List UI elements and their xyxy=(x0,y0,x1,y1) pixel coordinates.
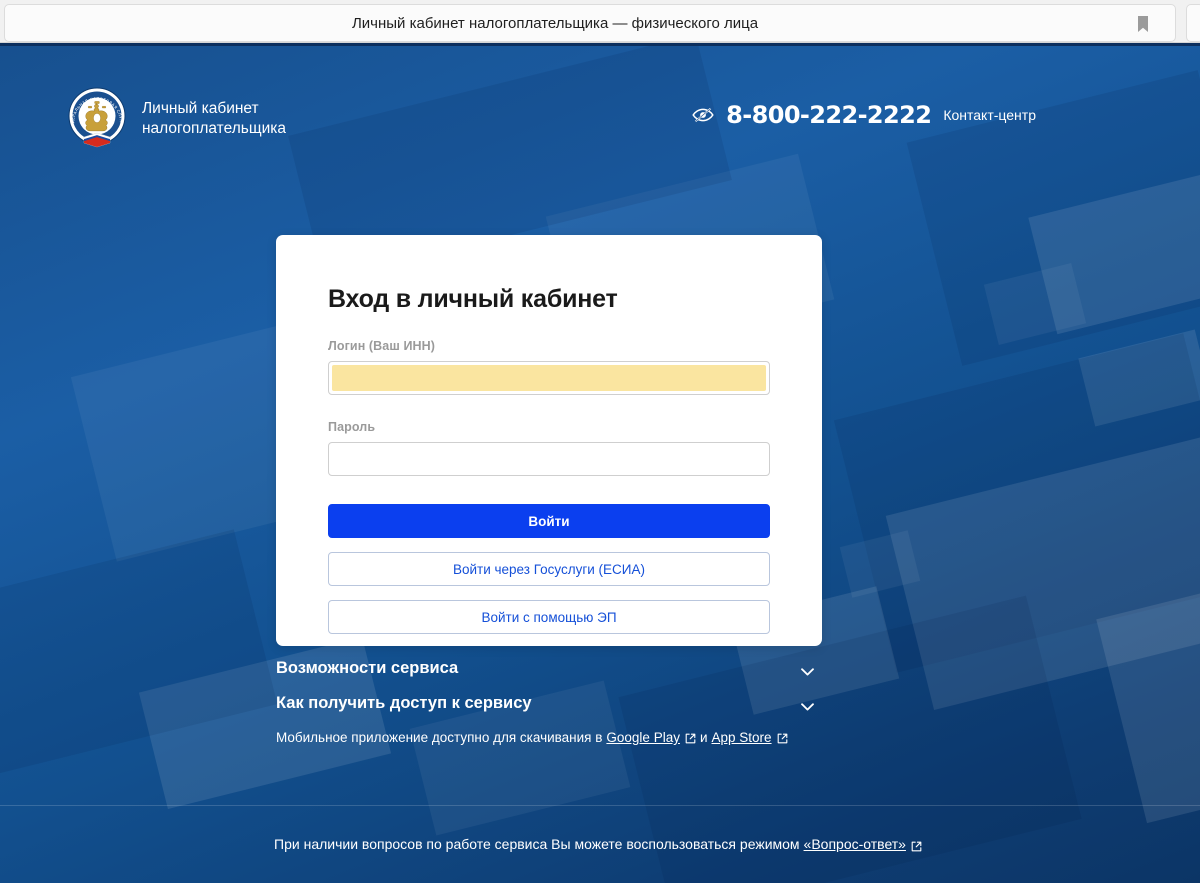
app-store-label: App Store xyxy=(711,730,772,745)
submit-button[interactable]: Войти xyxy=(328,504,770,538)
external-link-icon xyxy=(685,732,696,744)
password-field-group: Пароль xyxy=(328,420,770,476)
accordion-service-features[interactable]: Возможности сервиса xyxy=(276,651,822,686)
below-card-section: Возможности сервиса Как получить доступ … xyxy=(276,651,822,745)
question-answer-label: «Вопрос-ответ» xyxy=(803,836,906,852)
contact-center-label: Контакт-центр xyxy=(943,107,1036,123)
login-input[interactable] xyxy=(328,361,770,395)
password-input[interactable] xyxy=(328,442,770,476)
chevron-down-icon[interactable] xyxy=(801,698,814,711)
browser-title-bar: Личный кабинет налогоплательщика — физич… xyxy=(0,0,1200,43)
accordion-label: Возможности сервиса xyxy=(276,659,459,677)
digital-signature-login-button[interactable]: Войти с помощью ЭП xyxy=(328,600,770,634)
login-card: Вход в личный кабинет Логин (Ваш ИНН) Па… xyxy=(276,235,822,646)
eye-slash-icon[interactable] xyxy=(692,107,714,123)
contact-phone[interactable]: 8-800-222-2222 xyxy=(726,101,932,129)
bookmark-icon[interactable] xyxy=(1135,15,1151,33)
esia-login-button[interactable]: Войти через Госуслуги (ЕСИА) xyxy=(328,552,770,586)
login-field-group: Логин (Ваш ИНН) xyxy=(328,339,770,395)
tab-title: Личный кабинет налогоплательщика — физич… xyxy=(351,15,759,32)
browser-window-edge xyxy=(1186,4,1200,42)
footer-text: При наличии вопросов по работе сервиса В… xyxy=(274,836,926,852)
google-play-label: Google Play xyxy=(606,730,680,745)
password-field-label: Пароль xyxy=(328,420,376,434)
chevron-down-icon[interactable] xyxy=(801,663,814,676)
site-header: ФЕДЕРАЛЬНАЯ НАЛОГОВАЯ СЛУЖБА xyxy=(0,43,1200,163)
brand-block[interactable]: ФЕДЕРАЛЬНАЯ НАЛОГОВАЯ СЛУЖБА xyxy=(64,81,286,153)
conjunction-text: и xyxy=(699,730,708,745)
browser-tab[interactable]: Личный кабинет налогоплательщика — физич… xyxy=(4,4,1176,42)
brand-title: Личный кабинет налогоплательщика xyxy=(142,100,286,137)
question-answer-link[interactable]: «Вопрос-ответ» xyxy=(804,836,922,852)
footer-prefix-text: При наличии вопросов по работе сервиса В… xyxy=(274,836,800,852)
page-content: ФЕДЕРАЛЬНАЯ НАЛОГОВАЯ СЛУЖБА xyxy=(0,43,1200,883)
fns-emblem-icon: ФЕДЕРАЛЬНАЯ НАЛОГОВАЯ СЛУЖБА xyxy=(64,81,128,153)
external-link-icon xyxy=(911,839,922,851)
login-input-wrapper xyxy=(328,361,770,395)
page-footer: При наличии вопросов по работе сервиса В… xyxy=(0,805,1200,883)
app-store-link[interactable]: App Store xyxy=(712,730,788,745)
google-play-link[interactable]: Google Play xyxy=(606,730,696,745)
page-top-accent-line xyxy=(0,43,1200,46)
login-field-label: Логин (Ваш ИНН) xyxy=(328,339,436,353)
external-link-icon xyxy=(777,732,788,744)
contact-block: 8-800-222-2222 Контакт-центр xyxy=(692,101,1036,129)
mobile-app-links-row: Мобильное приложение доступно для скачив… xyxy=(276,730,822,745)
accordion-how-to-get-access[interactable]: Как получить доступ к сервису xyxy=(276,686,822,721)
login-card-title: Вход в личный кабинет xyxy=(328,285,618,313)
accordion-label: Как получить доступ к сервису xyxy=(276,694,532,712)
mobile-app-prefix-text: Мобильное приложение доступно для скачив… xyxy=(276,730,603,745)
